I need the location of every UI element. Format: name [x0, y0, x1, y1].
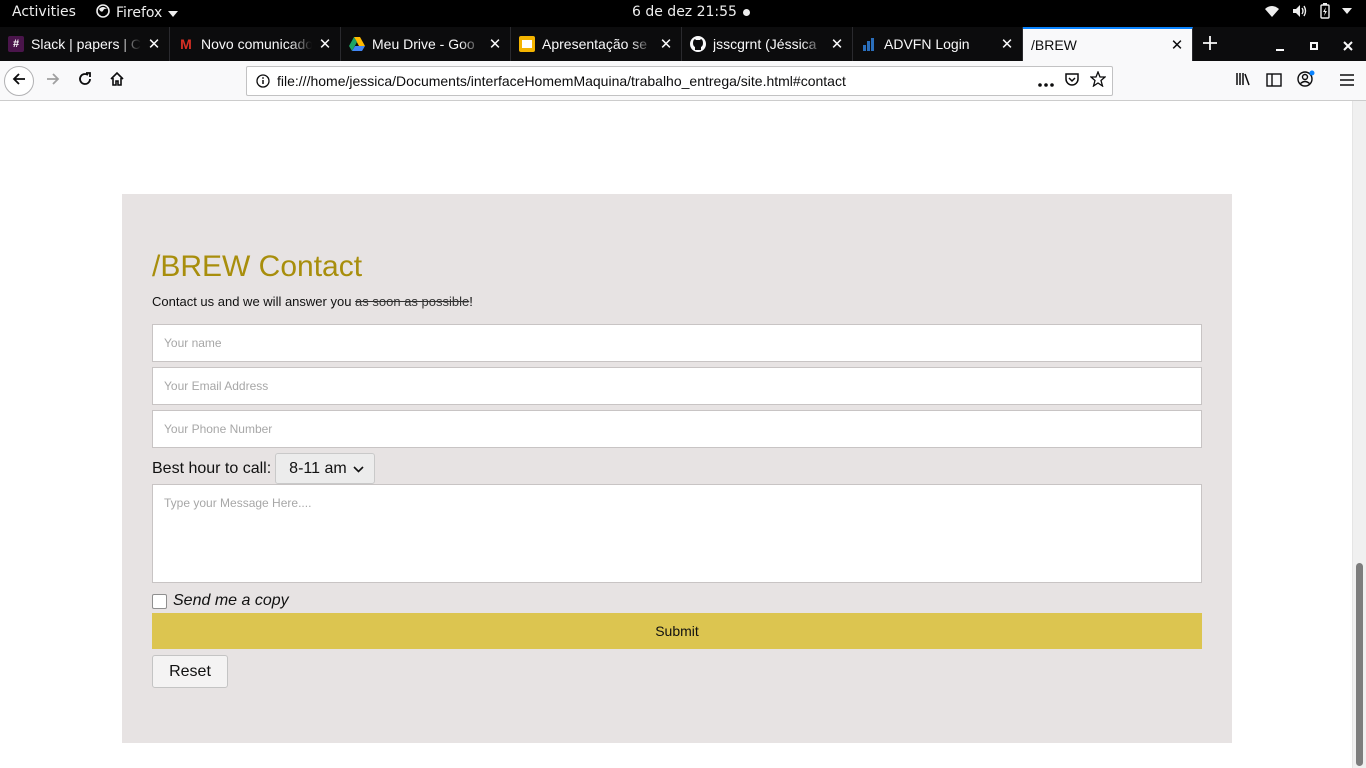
back-button[interactable]: [4, 66, 34, 96]
close-tab-icon[interactable]: ✕: [318, 36, 332, 53]
contact-heading: /BREW Contact: [152, 250, 363, 283]
close-tab-icon[interactable]: ✕: [659, 36, 673, 53]
scrollbar-thumb[interactable]: [1356, 563, 1363, 766]
close-tab-icon[interactable]: ✕: [488, 36, 502, 53]
chevron-down-icon: [353, 460, 364, 478]
reset-button[interactable]: Reset: [152, 655, 228, 688]
contact-section: /BREW Contact Contact us and we will ans…: [122, 194, 1232, 743]
sidebar-icon: [1266, 72, 1282, 91]
minimize-button[interactable]: [1263, 27, 1297, 61]
app-menu-label: Firefox: [116, 5, 163, 21]
url-text[interactable]: file:///home/jessica/Documents/interface…: [277, 73, 1038, 89]
tab-brew[interactable]: /BREW ✕: [1023, 27, 1193, 61]
clock[interactable]: 6 de dez 21:55: [632, 4, 750, 20]
url-bar[interactable]: file:///home/jessica/Documents/interface…: [246, 66, 1113, 96]
github-icon: [690, 36, 706, 52]
google-drive-icon: [349, 36, 365, 52]
wifi-icon: [1264, 4, 1280, 18]
tab-title: jsscgrnt (Jéssica: [713, 36, 817, 52]
intro-end: !: [469, 294, 473, 309]
reload-icon: [77, 71, 93, 91]
navigation-toolbar: file:///home/jessica/Documents/interface…: [0, 61, 1366, 101]
tab-strip: # Slack | papers | C ✕ M Novo comunicado…: [0, 27, 1366, 61]
tab-github[interactable]: jsscgrnt (Jéssica ✕: [682, 27, 853, 61]
advfn-icon: [861, 36, 877, 52]
tab-title: Meu Drive - Goo: [372, 36, 475, 52]
firefox-icon: [96, 4, 110, 22]
slack-icon: #: [8, 36, 24, 52]
vertical-scrollbar[interactable]: [1352, 101, 1366, 768]
send-copy-checkbox[interactable]: [152, 593, 167, 609]
phone-input[interactable]: [152, 410, 1202, 448]
app-menu[interactable]: Firefox: [96, 4, 179, 22]
google-slides-icon: [519, 36, 535, 52]
chevron-down-icon: [168, 5, 179, 21]
close-tab-icon[interactable]: ✕: [830, 36, 844, 53]
page-viewport: /BREW Contact Contact us and we will ans…: [0, 101, 1366, 768]
library-button[interactable]: [1228, 66, 1258, 96]
account-button[interactable]: [1291, 66, 1321, 96]
tab-slack[interactable]: # Slack | papers | C ✕: [0, 27, 170, 61]
battery-icon: [1320, 3, 1330, 19]
submit-button[interactable]: Submit: [152, 613, 1202, 649]
close-window-button[interactable]: [1331, 27, 1365, 61]
tab-google-slides[interactable]: Apresentação se ✕: [511, 27, 682, 61]
forward-button[interactable]: [38, 66, 68, 96]
tab-title: /BREW: [1031, 37, 1077, 53]
maximize-icon: [1309, 32, 1319, 56]
gmail-icon: M: [180, 36, 192, 52]
activities-button[interactable]: Activities: [12, 4, 76, 20]
minimize-icon: [1275, 32, 1285, 56]
reload-button[interactable]: [70, 66, 100, 96]
library-icon: [1235, 71, 1251, 91]
contact-intro: Contact us and we will answer you as soo…: [152, 294, 473, 309]
tab-title: Novo comunicado: [201, 36, 312, 52]
close-tab-icon[interactable]: ✕: [1000, 36, 1014, 53]
system-tray[interactable]: [1264, 3, 1352, 19]
bookmark-star-icon[interactable]: [1089, 70, 1107, 91]
info-icon[interactable]: [253, 74, 273, 88]
tab-google-drive[interactable]: Meu Drive - Goo ✕: [341, 27, 511, 61]
send-copy-row: Send me a copy: [152, 592, 289, 610]
intro-text: Contact us and we will answer you: [152, 294, 356, 309]
best-hour-label: Best hour to call:: [152, 459, 272, 477]
tab-title: Apresentação se: [542, 36, 648, 52]
home-button[interactable]: [102, 66, 132, 96]
name-input[interactable]: [152, 324, 1202, 362]
tab-title: ADVFN Login: [884, 36, 970, 52]
system-menu-chevron-icon: [1342, 8, 1352, 14]
sidebar-button[interactable]: [1259, 66, 1289, 96]
email-input[interactable]: [152, 367, 1202, 405]
message-textarea[interactable]: [152, 484, 1202, 583]
send-copy-label[interactable]: Send me a copy: [173, 592, 289, 610]
notification-dot-icon: [742, 8, 750, 16]
system-top-bar: Activities Firefox 6 de dez 21:55: [0, 0, 1366, 27]
close-tab-icon[interactable]: ✕: [147, 36, 161, 53]
intro-struck-text: as soon as possible: [355, 294, 470, 309]
clock-label: 6 de dez 21:55: [632, 4, 737, 20]
arrow-right-icon: [45, 71, 61, 91]
close-icon: [1343, 32, 1353, 56]
volume-icon: [1292, 4, 1308, 18]
maximize-button[interactable]: [1297, 27, 1331, 61]
plus-icon: [1202, 32, 1218, 56]
arrow-left-icon: [11, 71, 27, 91]
account-icon: [1297, 70, 1315, 92]
hamburger-icon: [1339, 72, 1355, 91]
tab-title: Slack | papers | C: [31, 36, 141, 52]
page-actions-icon[interactable]: [1038, 72, 1054, 91]
best-hour-value: 8-11 am: [289, 459, 347, 477]
menu-button[interactable]: [1332, 66, 1362, 96]
tab-gmail[interactable]: M Novo comunicado ✕: [170, 27, 341, 61]
best-hour-row: Best hour to call: 8-11 am: [152, 453, 375, 484]
close-tab-icon[interactable]: ✕: [1170, 37, 1184, 54]
new-tab-button[interactable]: [1193, 27, 1227, 61]
home-icon: [109, 71, 125, 91]
pocket-icon[interactable]: [1064, 71, 1080, 91]
tab-advfn[interactable]: ADVFN Login ✕: [853, 27, 1023, 61]
best-hour-select[interactable]: 8-11 am: [275, 453, 375, 484]
